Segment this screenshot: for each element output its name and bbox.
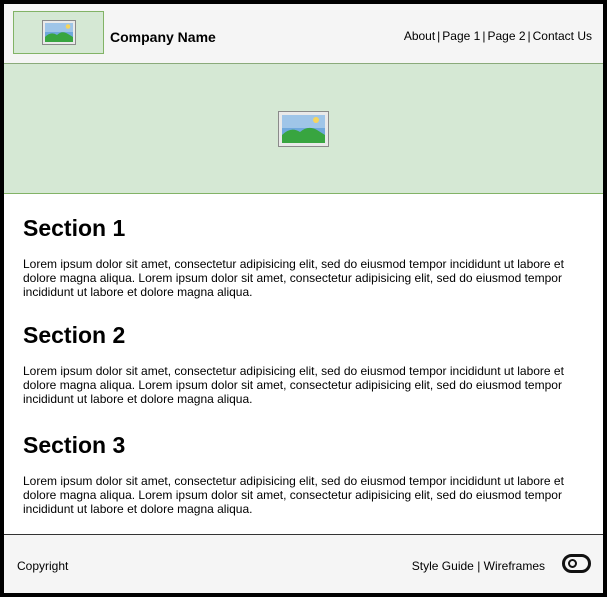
top-nav: About | Page 1 | Page 2 | Contact Us <box>404 28 592 44</box>
image-placeholder-icon <box>278 110 329 147</box>
site-header: Company Name About | Page 1 | Page 2 | Contact… <box>4 4 603 64</box>
nav-link-about[interactable]: About <box>404 29 435 43</box>
nav-separator: | <box>527 29 531 43</box>
section-3: Section 3 Lorem ipsum dolor sit amet, co… <box>23 431 583 516</box>
section-title: Section 1 <box>23 215 126 241</box>
section-title: Section 2 <box>23 322 126 348</box>
footer-links: Style Guide | Wireframes <box>412 558 545 574</box>
page-frame: Company Name About | Page 1 | Page 2 | Contact… <box>4 4 603 593</box>
image-placeholder-icon <box>41 20 76 45</box>
site-footer: Copyright Style Guide | Wireframes <box>4 534 603 593</box>
nav-link-page-2[interactable]: Page 2 <box>487 29 525 43</box>
footer-link-wireframes[interactable]: Wireframes <box>484 559 545 573</box>
section-body: Lorem ipsum dolor sit amet, consectetur … <box>23 474 564 516</box>
footer-separator: | <box>477 559 481 573</box>
copyright-text: Copyright <box>17 559 69 573</box>
logo-placeholder[interactable] <box>13 11 104 54</box>
section-title: Section 3 <box>23 432 126 458</box>
hero-image-placeholder <box>4 64 603 194</box>
toggle-knob <box>568 559 577 568</box>
section-body: Lorem ipsum dolor sit amet, consectetur … <box>23 364 564 406</box>
toggle-icon[interactable] <box>562 554 591 573</box>
footer-link-style-guide[interactable]: Style Guide <box>412 559 474 573</box>
section-1: Section 1 Lorem ipsum dolor sit amet, co… <box>23 214 583 299</box>
section-body: Lorem ipsum dolor sit amet, consectetur … <box>23 257 564 299</box>
section-2: Section 2 Lorem ipsum dolor sit amet, co… <box>23 321 583 406</box>
nav-link-contact-us[interactable]: Contact Us <box>533 29 592 43</box>
nav-link-page-1[interactable]: Page 1 <box>442 29 480 43</box>
company-name: Company Name <box>110 29 216 45</box>
